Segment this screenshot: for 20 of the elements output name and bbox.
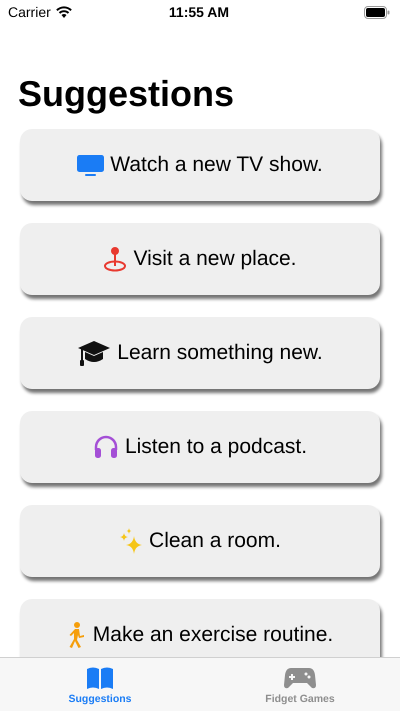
clock-time: 11:55 AM	[168, 4, 230, 20]
page-title: Suggestions	[18, 72, 236, 116]
wifi-icon	[56, 6, 72, 18]
suggestion-button[interactable]: Clean a room.	[20, 505, 380, 577]
graduation-cap-icon	[78, 341, 110, 366]
suggestion-button[interactable]: Watch a new TV show.	[20, 129, 380, 201]
tv-icon	[77, 155, 104, 176]
carrier-name: Carrier	[8, 4, 51, 20]
suggestion-button[interactable]: Make an exercise routine.	[20, 599, 380, 657]
suggestion-button[interactable]: Listen to a podcast.	[20, 411, 380, 483]
suggestion-button[interactable]: Learn something new.	[20, 317, 380, 389]
headphones-icon	[94, 436, 118, 458]
battery-icon	[364, 6, 390, 18]
tab-button[interactable]: Suggestions	[0, 658, 200, 711]
game-controller-icon	[284, 668, 316, 688]
suggestion-button[interactable]: Visit a new place.	[20, 223, 380, 295]
map-pin-icon	[104, 247, 126, 272]
sparkles-icon	[120, 528, 142, 554]
book-icon	[87, 668, 113, 689]
walking-person-icon	[69, 622, 84, 648]
